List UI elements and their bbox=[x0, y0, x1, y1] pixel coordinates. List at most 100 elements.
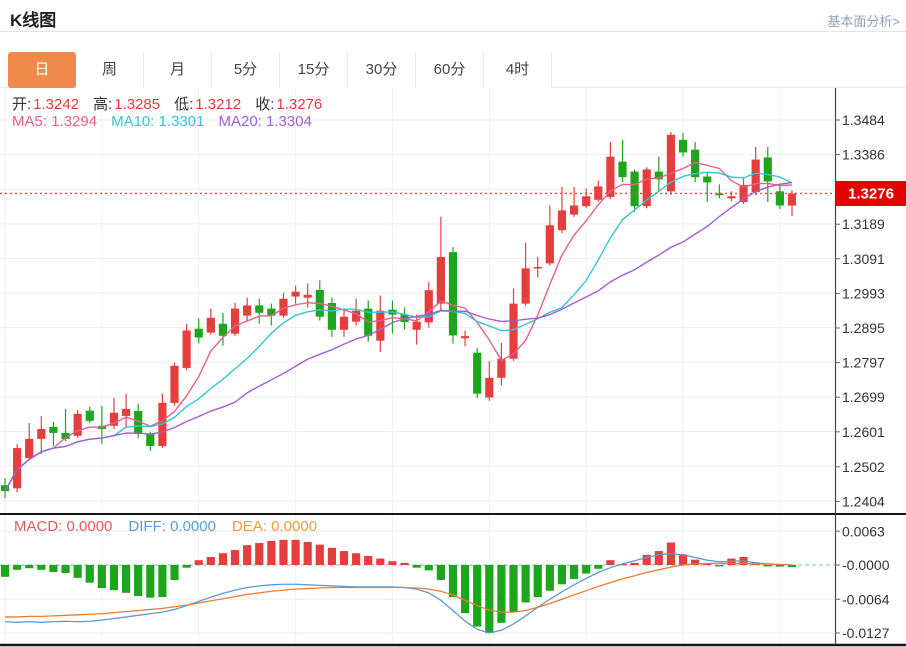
interval-tab-3[interactable]: 5分 bbox=[212, 52, 280, 88]
candle-up bbox=[485, 377, 494, 398]
candle-up bbox=[182, 330, 191, 368]
macd-bar bbox=[61, 565, 70, 574]
dea-value: 0.0000 bbox=[271, 518, 318, 535]
candle-up bbox=[787, 193, 797, 206]
macd-bar bbox=[400, 562, 409, 565]
candle-up bbox=[170, 365, 179, 403]
macd-bar bbox=[327, 547, 337, 565]
macd-axis-label: -0.0127 bbox=[842, 625, 890, 641]
interval-tab-7[interactable]: 4时 bbox=[484, 52, 552, 88]
ma-info: MA5: 1.3294 MA10: 1.3301 MA20: 1.3304 bbox=[12, 113, 312, 130]
candle-up bbox=[533, 266, 542, 269]
macd-bar bbox=[364, 555, 373, 565]
ma10-value: 1.3301 bbox=[158, 113, 205, 130]
macd-bar bbox=[303, 541, 312, 565]
macd-bar bbox=[424, 565, 433, 571]
macd-bar bbox=[339, 551, 349, 565]
candle-up bbox=[37, 429, 46, 439]
macd-axis-label: -0.0064 bbox=[842, 591, 890, 607]
macd-bar bbox=[109, 565, 119, 591]
macd-bar bbox=[121, 565, 131, 593]
price-axis-label: 1.2993 bbox=[842, 285, 885, 301]
macd-bar bbox=[582, 565, 591, 574]
candle-up bbox=[545, 225, 554, 264]
macd-bar bbox=[376, 558, 385, 565]
close-value: 1.3276 bbox=[276, 96, 323, 113]
candle-up bbox=[412, 321, 421, 330]
interval-tab-5[interactable]: 30分 bbox=[348, 52, 416, 88]
diff-value-info: DIFF: 0.0000 bbox=[128, 518, 216, 535]
macd-bar bbox=[85, 565, 94, 583]
macd-bar bbox=[255, 543, 264, 565]
open-value: 1.3242 bbox=[33, 96, 80, 113]
candle-up bbox=[751, 159, 760, 193]
candle-up bbox=[557, 210, 567, 231]
macd-bar bbox=[763, 565, 772, 567]
interval-tab-1[interactable]: 周 bbox=[76, 52, 144, 88]
interval-tab-bar: 日周月 5分 15分 30分 60分 4时 bbox=[0, 52, 906, 88]
macd-bar bbox=[521, 565, 530, 603]
macd-bar bbox=[97, 565, 106, 589]
candle-up bbox=[243, 305, 252, 316]
macd-bar bbox=[473, 565, 482, 627]
ohlc-info: 开: 1.3242 高: 1.3285 低: 1.3212 收: 1.3276 bbox=[12, 93, 336, 114]
fundamental-analysis-link[interactable]: 基本面分析> bbox=[827, 11, 900, 30]
macd-bar bbox=[218, 553, 228, 565]
macd-bar bbox=[448, 565, 458, 598]
macd-info: MACD: 0.0000 DIFF: 0.0000 DEA: 0.0000 bbox=[14, 518, 317, 535]
price-axis-label: 1.2895 bbox=[842, 320, 885, 336]
macd-bar bbox=[460, 565, 470, 614]
candle-up bbox=[727, 196, 736, 199]
candle-down bbox=[49, 426, 58, 433]
high-value: 1.3285 bbox=[114, 96, 161, 113]
candle-up bbox=[521, 268, 530, 304]
macd-bar bbox=[412, 565, 421, 568]
candle-up bbox=[569, 205, 579, 215]
macd-axis-label: 0.0063 bbox=[842, 523, 885, 539]
macd-bar bbox=[654, 551, 663, 565]
ma5-value: 1.3294 bbox=[51, 113, 98, 130]
header-divider bbox=[0, 31, 906, 32]
candle-down bbox=[448, 252, 458, 336]
interval-tab-6[interactable]: 60分 bbox=[416, 52, 484, 88]
candle-up bbox=[25, 438, 34, 458]
interval-tab-0[interactable]: 日 bbox=[8, 52, 76, 88]
ma20-line bbox=[4, 181, 793, 492]
ma10-info: MA10: 1.3301 bbox=[111, 113, 205, 130]
candle-down bbox=[255, 305, 264, 313]
macd-bar bbox=[73, 565, 82, 578]
candle-up bbox=[582, 196, 591, 207]
macd-bar bbox=[206, 556, 215, 565]
ma20-value: 1.3304 bbox=[266, 113, 312, 130]
macd-bar bbox=[0, 565, 10, 577]
candle-up bbox=[206, 317, 215, 333]
macd-bar bbox=[146, 565, 155, 598]
interval-tab-2[interactable]: 月 bbox=[144, 52, 212, 88]
ma10-line bbox=[4, 171, 793, 492]
open-label: 开: bbox=[12, 96, 32, 113]
candle-up bbox=[13, 448, 22, 489]
ma5-info: MA5: 1.3294 bbox=[12, 113, 98, 130]
macd-bar bbox=[352, 553, 361, 565]
candle-down bbox=[473, 352, 482, 394]
close-label: 收: bbox=[255, 96, 275, 113]
price-axis-label: 1.3484 bbox=[842, 112, 885, 128]
candle-up bbox=[121, 408, 131, 416]
candle-down bbox=[630, 171, 639, 207]
candle-up bbox=[436, 257, 445, 304]
macd-bar bbox=[158, 565, 167, 598]
price-axis-label: 1.2797 bbox=[842, 355, 885, 371]
interval-tab-4[interactable]: 15分 bbox=[280, 52, 348, 88]
candle-up bbox=[303, 294, 312, 298]
ma20-info: MA20: 1.3304 bbox=[218, 113, 312, 130]
price-axis-label: 1.2404 bbox=[842, 493, 885, 509]
candle-down bbox=[146, 433, 155, 446]
macd-bar bbox=[279, 539, 288, 565]
dea-value-info: DEA: 0.0000 bbox=[231, 518, 318, 535]
macd-bar bbox=[170, 565, 179, 580]
candle-up bbox=[339, 316, 349, 330]
macd-bar bbox=[37, 565, 46, 570]
price-axis-label: 1.2601 bbox=[842, 424, 885, 440]
macd-bar bbox=[545, 565, 554, 591]
high-label: 高: bbox=[93, 96, 113, 113]
